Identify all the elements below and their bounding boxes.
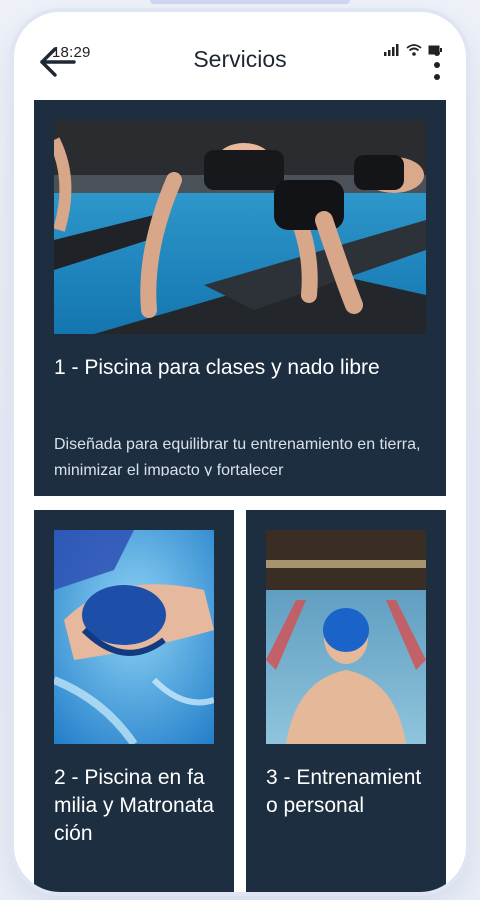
services-list: 1 - Piscina para clases y nado libre Dis… bbox=[34, 100, 446, 892]
service-card-1[interactable]: 1 - Piscina para clases y nado libre Dis… bbox=[34, 100, 446, 496]
pool-class-photo bbox=[54, 120, 426, 334]
phone-frame: 18:29 Servicios 1 - Piscina para clases … bbox=[14, 12, 466, 892]
service-title-3: 3 - Entrenamiento personal bbox=[266, 766, 422, 817]
wifi-icon bbox=[406, 44, 422, 56]
service-card-3[interactable]: 3 - Entrenamiento personal bbox=[246, 510, 446, 892]
more-options-button[interactable] bbox=[432, 48, 442, 82]
family-swim-photo bbox=[54, 530, 214, 744]
more-vertical-icon bbox=[434, 50, 440, 80]
service-title-1: 1 - Piscina para clases y nado libre bbox=[54, 356, 380, 379]
service-title-2: 2 - Piscina en familia y Matronatación bbox=[54, 766, 214, 845]
service-card-2[interactable]: 2 - Piscina en familia y Matronatación bbox=[34, 510, 234, 892]
app-header: 18:29 Servicios bbox=[14, 12, 466, 100]
signal-icon bbox=[384, 44, 399, 56]
top-accent bbox=[150, 0, 350, 4]
personal-training-photo bbox=[266, 530, 426, 744]
service-description-1: Diseñada para equilibrar tu entrenamient… bbox=[54, 436, 421, 476]
